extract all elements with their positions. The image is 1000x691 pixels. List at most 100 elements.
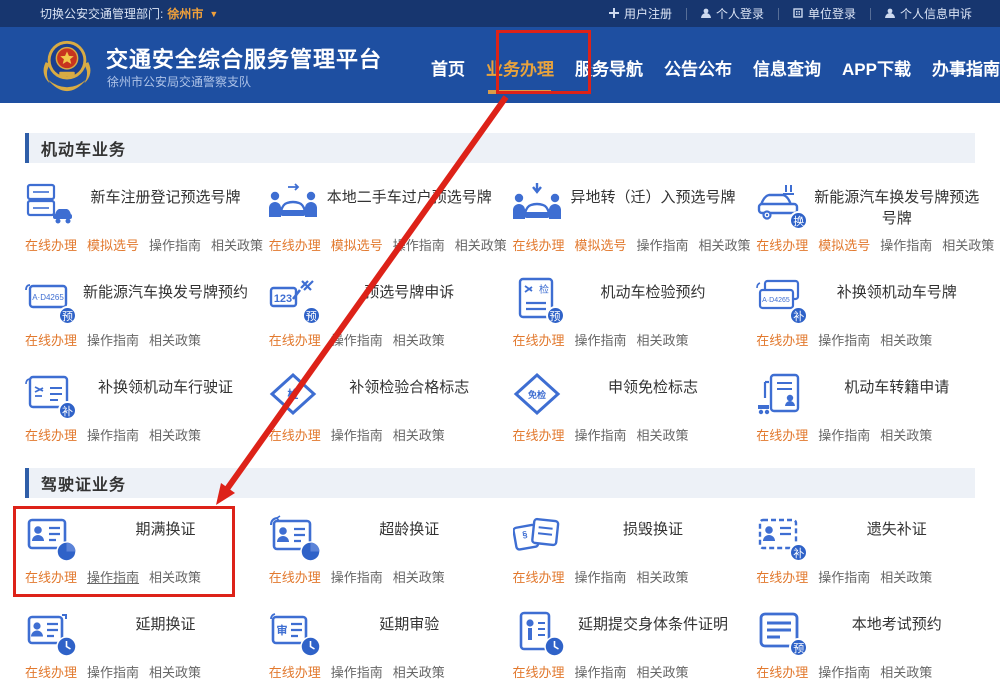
- service-title[interactable]: 机动车检验预约: [571, 282, 736, 303]
- nav-item-公告公布[interactable]: 公告公布: [664, 51, 732, 94]
- service-title[interactable]: 本地二手车过户预选号牌: [327, 187, 492, 208]
- link-相关政策[interactable]: 相关政策: [880, 428, 932, 443]
- service-title[interactable]: 机动车转籍申请: [814, 377, 979, 398]
- link-操作指南[interactable]: 操作指南: [575, 428, 627, 443]
- topbar-link[interactable]: 单位登录: [779, 5, 870, 22]
- link-相关政策[interactable]: 相关政策: [149, 428, 201, 443]
- service-title[interactable]: 损毁换证: [571, 519, 736, 540]
- service-title[interactable]: 本地考试预约: [814, 614, 979, 635]
- link-在线办理[interactable]: 在线办理: [25, 570, 77, 585]
- link-操作指南[interactable]: 操作指南: [818, 428, 870, 443]
- link-操作指南[interactable]: 操作指南: [818, 570, 870, 585]
- link-相关政策[interactable]: 相关政策: [149, 333, 201, 348]
- nav-item-APP下载[interactable]: APP下载: [842, 51, 911, 94]
- link-操作指南[interactable]: 操作指南: [331, 428, 383, 443]
- card-audit-icon: 审: [269, 609, 319, 655]
- link-在线办理[interactable]: 在线办理: [756, 333, 808, 348]
- link-相关政策[interactable]: 相关政策: [393, 428, 445, 443]
- link-相关政策[interactable]: 相关政策: [880, 665, 932, 680]
- link-操作指南[interactable]: 操作指南: [637, 238, 689, 253]
- link-操作指南[interactable]: 操作指南: [87, 665, 139, 680]
- link-在线办理[interactable]: 在线办理: [25, 665, 77, 680]
- link-相关政策[interactable]: 相关政策: [393, 570, 445, 585]
- link-相关政策[interactable]: 相关政策: [699, 238, 751, 253]
- link-操作指南[interactable]: 操作指南: [575, 333, 627, 348]
- topbar-link[interactable]: 个人信息申诉: [871, 5, 986, 22]
- link-操作指南[interactable]: 操作指南: [87, 570, 139, 585]
- service-title[interactable]: 新能源汽车换发号牌预约: [83, 282, 248, 303]
- service-title[interactable]: 补换领机动车号牌: [814, 282, 979, 303]
- link-操作指南[interactable]: 操作指南: [575, 570, 627, 585]
- link-在线办理[interactable]: 在线办理: [756, 665, 808, 680]
- link-操作指南[interactable]: 操作指南: [575, 665, 627, 680]
- service-title[interactable]: 延期审验: [327, 614, 492, 635]
- link-操作指南[interactable]: 操作指南: [331, 333, 383, 348]
- link-相关政策[interactable]: 相关政策: [637, 665, 689, 680]
- link-相关政策[interactable]: 相关政策: [637, 428, 689, 443]
- link-相关政策[interactable]: 相关政策: [149, 570, 201, 585]
- link-相关政策[interactable]: 相关政策: [637, 570, 689, 585]
- link-相关政策[interactable]: 相关政策: [880, 333, 932, 348]
- link-模拟选号[interactable]: 模拟选号: [331, 238, 383, 253]
- link-操作指南[interactable]: 操作指南: [331, 665, 383, 680]
- department-switcher[interactable]: 切换公安交通管理部门: 徐州市 ▼: [40, 5, 218, 22]
- link-在线办理[interactable]: 在线办理: [513, 428, 565, 443]
- link-在线办理[interactable]: 在线办理: [25, 238, 77, 253]
- link-操作指南[interactable]: 操作指南: [818, 333, 870, 348]
- nav-item-办事指南[interactable]: 办事指南: [932, 51, 1000, 94]
- link-相关政策[interactable]: 相关政策: [211, 238, 263, 253]
- link-在线办理[interactable]: 在线办理: [25, 428, 77, 443]
- nav-item-信息查询[interactable]: 信息查询: [753, 51, 821, 94]
- link-相关政策[interactable]: 相关政策: [149, 665, 201, 680]
- link-操作指南[interactable]: 操作指南: [393, 238, 445, 253]
- link-操作指南[interactable]: 操作指南: [149, 238, 201, 253]
- link-模拟选号[interactable]: 模拟选号: [818, 238, 870, 253]
- link-相关政策[interactable]: 相关政策: [880, 570, 932, 585]
- link-相关政策[interactable]: 相关政策: [455, 238, 507, 253]
- service-title[interactable]: 新能源汽车换发号牌预选号牌: [814, 187, 979, 229]
- service-title[interactable]: 申领免检标志: [571, 377, 736, 398]
- service-title[interactable]: 延期提交身体条件证明: [571, 614, 736, 635]
- link-在线办理[interactable]: 在线办理: [756, 238, 808, 253]
- link-操作指南[interactable]: 操作指南: [818, 665, 870, 680]
- link-在线办理[interactable]: 在线办理: [269, 570, 321, 585]
- service-title[interactable]: 预选号牌申诉: [327, 282, 492, 303]
- service-title[interactable]: 超龄换证: [327, 519, 492, 540]
- topbar-link[interactable]: 用户注册: [595, 5, 686, 22]
- link-操作指南[interactable]: 操作指南: [87, 428, 139, 443]
- link-相关政策[interactable]: 相关政策: [393, 333, 445, 348]
- link-在线办理[interactable]: 在线办理: [513, 333, 565, 348]
- nav-item-首页[interactable]: 首页: [431, 51, 465, 94]
- link-相关政策[interactable]: 相关政策: [637, 333, 689, 348]
- service-title[interactable]: 新车注册登记预选号牌: [83, 187, 248, 208]
- link-在线办理[interactable]: 在线办理: [513, 665, 565, 680]
- nav-item-业务办理[interactable]: 业务办理: [486, 51, 554, 94]
- topbar-link[interactable]: 个人登录: [687, 5, 778, 22]
- service-title[interactable]: 异地转（迁）入预选号牌: [571, 187, 736, 208]
- link-操作指南[interactable]: 操作指南: [87, 333, 139, 348]
- link-在线办理[interactable]: 在线办理: [513, 570, 565, 585]
- link-在线办理[interactable]: 在线办理: [25, 333, 77, 348]
- service-title[interactable]: 补换领机动车行驶证: [83, 377, 248, 398]
- link-在线办理[interactable]: 在线办理: [269, 665, 321, 680]
- link-在线办理[interactable]: 在线办理: [756, 570, 808, 585]
- nav-item-服务导航[interactable]: 服务导航: [575, 51, 643, 94]
- link-在线办理[interactable]: 在线办理: [269, 428, 321, 443]
- link-相关政策[interactable]: 相关政策: [393, 665, 445, 680]
- service-title[interactable]: 补领检验合格标志: [327, 377, 492, 398]
- link-在线办理[interactable]: 在线办理: [756, 428, 808, 443]
- link-在线办理[interactable]: 在线办理: [269, 333, 321, 348]
- link-操作指南[interactable]: 操作指南: [880, 238, 932, 253]
- service-title[interactable]: 期满换证: [83, 519, 248, 540]
- service-links: 在线办理操作指南相关政策: [756, 567, 942, 586]
- link-在线办理[interactable]: 在线办理: [513, 238, 565, 253]
- link-模拟选号[interactable]: 模拟选号: [87, 238, 139, 253]
- service-title[interactable]: 遗失补证: [814, 519, 979, 540]
- service-title[interactable]: 延期换证: [83, 614, 248, 635]
- link-操作指南[interactable]: 操作指南: [331, 570, 383, 585]
- link-模拟选号[interactable]: 模拟选号: [575, 238, 627, 253]
- link-相关政策[interactable]: 相关政策: [942, 238, 994, 253]
- region-name[interactable]: 徐州市: [167, 5, 203, 22]
- people-car-swap-icon: [269, 182, 319, 228]
- link-在线办理[interactable]: 在线办理: [269, 238, 321, 253]
